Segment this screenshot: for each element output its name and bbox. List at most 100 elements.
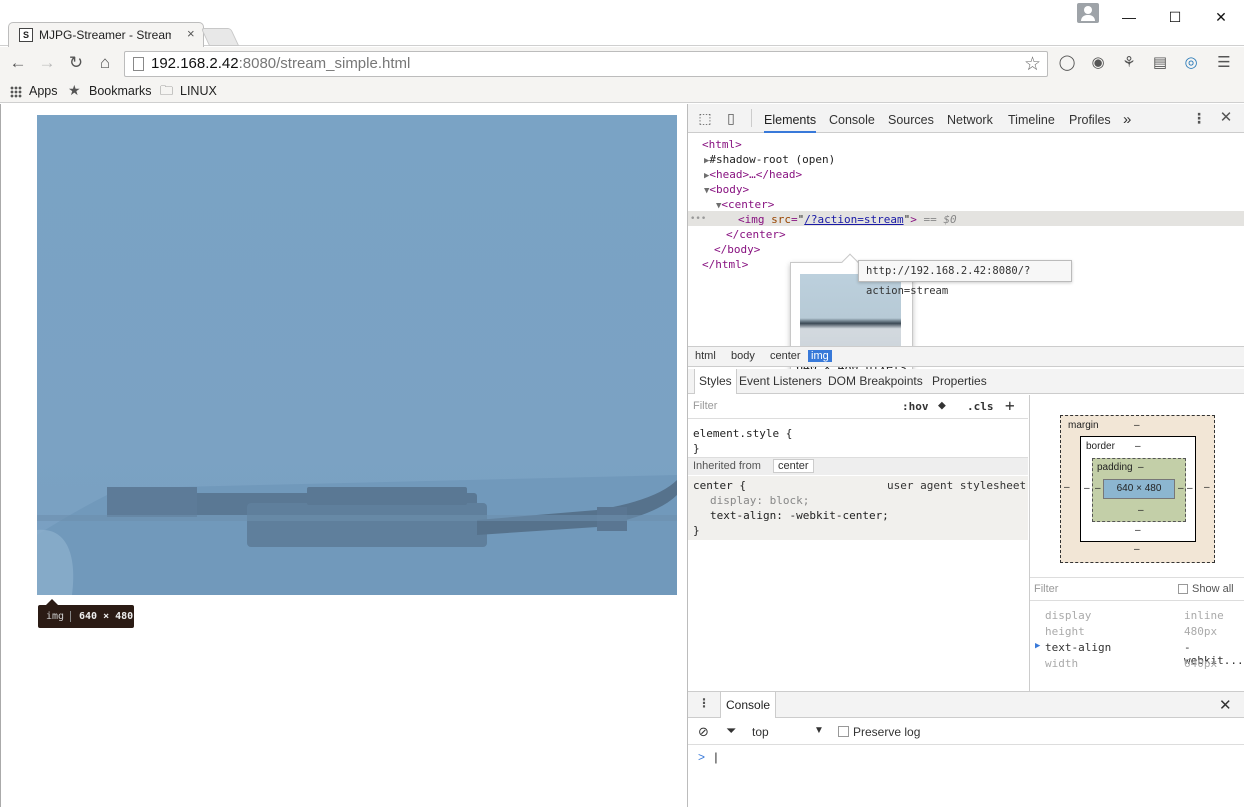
show-all-checkbox[interactable]: [1178, 584, 1188, 594]
devtools-close-icon[interactable]: ✕: [1218, 110, 1234, 126]
crumb-html[interactable]: html: [695, 350, 716, 362]
drawer-menu-icon[interactable]: ⋮: [698, 696, 710, 710]
dom-node-body-close[interactable]: </body>: [714, 242, 760, 257]
computed-row-text-align[interactable]: ▶ text-align -webkit...: [1030, 641, 1244, 667]
box-model-margin: margin – – – – border – – – – padding – …: [1060, 415, 1215, 563]
preserve-log-checkbox[interactable]: [838, 726, 849, 737]
inherited-tag-link[interactable]: center: [773, 459, 814, 473]
tab-network[interactable]: Network: [947, 104, 993, 133]
clear-console-icon[interactable]: ⊘: [698, 724, 709, 740]
computed-filter-input[interactable]: Filter: [1034, 583, 1058, 595]
console-prompt-icon: >: [698, 750, 706, 764]
border-left-value[interactable]: –: [1084, 483, 1090, 494]
drawer-close-icon[interactable]: ✕: [1219, 696, 1232, 714]
center-selector[interactable]: center {: [693, 478, 746, 493]
bookmarks-bar: Apps ★ Bookmarks 🗀 LINUX: [0, 81, 1244, 103]
context-dropdown-icon[interactable]: ▼: [814, 725, 824, 736]
crumb-body[interactable]: body: [731, 350, 755, 362]
styles-filter-row: Filter :hov ◆ .cls +: [688, 395, 1028, 419]
padding-left-value[interactable]: –: [1095, 483, 1101, 494]
border-right-value[interactable]: –: [1187, 483, 1193, 494]
tab-elements[interactable]: Elements: [764, 104, 817, 133]
padding-bottom-value[interactable]: –: [1138, 505, 1144, 516]
circle-extension-icon[interactable]: ◎: [1181, 53, 1201, 73]
menu-icon[interactable]: ☰: [1214, 53, 1234, 73]
window-extension-icon[interactable]: ▤: [1150, 53, 1170, 73]
margin-left-value[interactable]: –: [1064, 482, 1070, 493]
crumb-img[interactable]: img: [808, 350, 832, 362]
dom-node-img[interactable]: <img src="/?action=stream"> == $0: [738, 212, 957, 227]
tab-properties[interactable]: Properties: [928, 369, 991, 394]
url-text[interactable]: 192.168.2.42:8080/stream_simple.html: [151, 55, 410, 72]
stream-image[interactable]: [37, 115, 677, 595]
tab-event-listeners[interactable]: Event Listeners: [735, 369, 826, 394]
cls-toggle[interactable]: .cls: [967, 400, 994, 413]
eye-extension-icon[interactable]: ◉: [1088, 53, 1108, 73]
new-tab-button[interactable]: [200, 28, 240, 46]
tab-profiles[interactable]: Profiles: [1069, 104, 1111, 133]
img-attr-name: src: [771, 213, 791, 226]
hov-toggle[interactable]: :hov: [902, 400, 929, 413]
padding-right-value[interactable]: –: [1178, 483, 1184, 494]
bookmark-apps[interactable]: Apps: [29, 84, 58, 98]
tab-console[interactable]: Console: [829, 104, 875, 133]
back-icon[interactable]: ←: [7, 52, 29, 74]
dom-node-html[interactable]: <html>: [702, 137, 742, 152]
body-label: <body>: [709, 183, 750, 196]
browser-tab[interactable]: S MJPG-Streamer - Stream Example ×: [8, 22, 204, 47]
reload-icon[interactable]: ↻: [65, 52, 87, 74]
computed-row-width[interactable]: width 640px: [1030, 657, 1244, 673]
devtools-menu-icon[interactable]: ⋮: [1191, 110, 1207, 126]
styles-filter-input[interactable]: Filter: [693, 400, 717, 412]
node-dots-icon[interactable]: •••: [690, 212, 706, 227]
computed-row-height[interactable]: height 480px: [1030, 625, 1244, 641]
bookmark-linux[interactable]: LINUX: [180, 84, 217, 98]
close-window-button[interactable]: ✕: [1198, 4, 1244, 30]
bookmark-bookmarks[interactable]: Bookmarks: [89, 84, 152, 98]
console-drawer-header: ⋮ Console ✕: [688, 691, 1244, 718]
forward-icon[interactable]: →: [36, 52, 58, 74]
home-icon[interactable]: ⌂: [94, 52, 116, 74]
tab-close-icon[interactable]: ×: [187, 26, 195, 41]
border-bottom-value[interactable]: –: [1135, 525, 1141, 536]
context-select[interactable]: top: [752, 725, 769, 739]
console-input[interactable]: > |: [698, 750, 717, 764]
tab-timeline[interactable]: Timeline: [1008, 104, 1055, 133]
new-rule-button[interactable]: +: [1005, 396, 1015, 415]
tree-extension-icon[interactable]: ⚘: [1119, 53, 1139, 73]
computed-row-display[interactable]: display inline: [1030, 609, 1244, 625]
element-style-selector[interactable]: element.style {: [693, 426, 792, 441]
maximize-button[interactable]: ☐: [1152, 4, 1198, 30]
margin-bottom-value[interactable]: –: [1134, 544, 1140, 555]
text-align-declaration[interactable]: text-align: -webkit-center;: [710, 508, 889, 523]
drawer-tab-console[interactable]: Console: [720, 692, 777, 718]
minimize-button[interactable]: —: [1106, 4, 1152, 30]
tab-dom-breakpoints[interactable]: DOM Breakpoints: [824, 369, 927, 394]
crumb-center[interactable]: center: [770, 350, 801, 362]
bookmark-star-icon[interactable]: ☆: [1024, 53, 1041, 76]
box-model-content[interactable]: 640 × 480: [1103, 479, 1175, 499]
address-bar[interactable]: 192.168.2.42:8080/stream_simple.html ☆: [124, 51, 1048, 77]
filter-icon[interactable]: ⏷: [726, 723, 736, 739]
dom-node-html-close[interactable]: </html>: [702, 257, 748, 272]
tab-styles[interactable]: Styles: [694, 369, 737, 394]
star-icon: ★: [68, 82, 81, 98]
opera-extension-icon[interactable]: ◯: [1057, 53, 1077, 73]
margin-right-value[interactable]: –: [1204, 482, 1210, 493]
tooltip-divider: [70, 611, 71, 622]
img-attr-link[interactable]: /?action=stream: [804, 213, 903, 226]
profile-icon[interactable]: [1077, 3, 1099, 23]
device-mode-icon[interactable]: ▯: [723, 110, 739, 126]
display-declaration[interactable]: display: block;: [710, 493, 809, 508]
dom-node-center-close[interactable]: </center>: [726, 227, 786, 242]
tab-sources[interactable]: Sources: [888, 104, 934, 133]
border-top-value[interactable]: –: [1135, 441, 1141, 452]
inspect-element-icon[interactable]: ⬚: [697, 110, 713, 126]
border-label: border: [1086, 441, 1115, 452]
padding-top-value[interactable]: –: [1138, 462, 1144, 473]
paint-icon[interactable]: ◆: [938, 398, 946, 413]
apps-grid-icon[interactable]: [10, 86, 22, 98]
margin-top-value[interactable]: –: [1134, 420, 1140, 431]
more-tabs-icon[interactable]: »: [1123, 104, 1131, 133]
expand-arrow-icon[interactable]: ▶: [1035, 641, 1040, 651]
